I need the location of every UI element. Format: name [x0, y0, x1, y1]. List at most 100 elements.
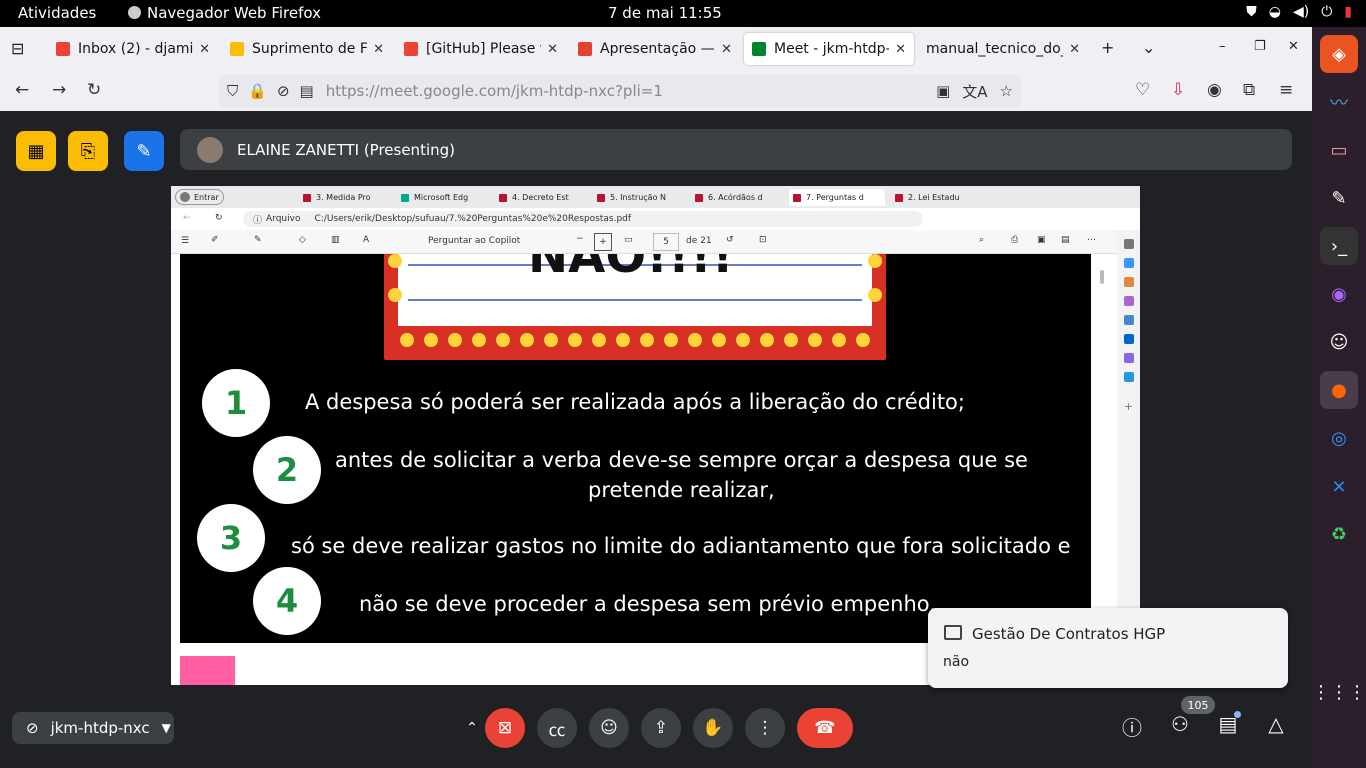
app-purple-icon[interactable]: ◉ — [1320, 275, 1358, 313]
close-window-button[interactable]: ✕ — [1288, 39, 1299, 54]
tab-presentation[interactable]: Apresentação — I ✕ — [570, 33, 740, 65]
present-layout-icon[interactable]: ▦ — [16, 131, 56, 171]
shield-icon[interactable]: ⛉ — [227, 82, 238, 100]
edge-tab[interactable]: 2. Lei Estadu — [891, 189, 983, 206]
back-icon[interactable]: ← — [15, 80, 29, 100]
save-as-icon[interactable]: ▤ — [1061, 235, 1070, 245]
erase-icon[interactable]: ◇ — [299, 235, 306, 245]
page-number-input[interactable]: 5 — [653, 233, 679, 251]
zoom-in-button[interactable]: + — [594, 233, 612, 251]
forward-icon[interactable]: → — [52, 80, 66, 100]
url-text[interactable]: https://meet.google.com/jkm-htdp-nxc?pli… — [326, 82, 663, 100]
vscode-icon[interactable]: ⨯ — [1320, 467, 1358, 505]
rotate-icon[interactable]: ↺ — [726, 235, 734, 245]
fit-page-icon[interactable]: ▭ — [624, 235, 633, 245]
read-aloud-icon[interactable]: A — [363, 235, 369, 245]
tab-overflow-icon[interactable]: ⌄ — [1142, 38, 1155, 57]
exit-presentation-icon[interactable]: ⎘ — [68, 131, 108, 171]
edge-tab[interactable]: 5. Instrução N — [593, 189, 685, 206]
chromium-icon[interactable]: ◎ — [1320, 419, 1358, 457]
tab-github-mail[interactable]: [GitHub] Please ve✕ — [396, 33, 566, 65]
minimize-button[interactable]: – — [1219, 39, 1226, 54]
url-bar[interactable]: ⛉ 🔒 ⊘ ▤ https://meet.google.com/jkm-htdp… — [219, 75, 1021, 107]
page-view-icon[interactable]: ⊡ — [759, 235, 767, 245]
edge-tab[interactable]: 3. Medida Pro — [299, 189, 391, 206]
terminal-icon[interactable]: ›_ — [1320, 227, 1358, 265]
close-tab-icon[interactable]: ✕ — [199, 42, 210, 57]
sidebar-outlook-icon[interactable] — [1123, 334, 1134, 344]
captions-icon[interactable]: ㏄ — [537, 708, 577, 748]
system-monitor-icon[interactable]: 〰 — [1320, 83, 1358, 121]
reader-view-icon[interactable]: ▣ — [936, 82, 950, 100]
edge-tab[interactable]: 4. Decreto Est — [495, 189, 587, 206]
pdf-scrollbar[interactable] — [1098, 270, 1106, 600]
activities-panel-icon[interactable]: △ — [1261, 712, 1291, 736]
people-icon[interactable]: ⚇ — [1165, 712, 1195, 736]
system-tray[interactable]: ⛊ ◒ ◀) ⏻ ▮ — [1246, 4, 1352, 20]
zoom-out-icon[interactable]: − — [576, 234, 584, 244]
trash-icon[interactable]: ♻ — [1320, 515, 1358, 553]
meeting-details-button[interactable]: ⊘ jkm-htdp-nxc ▼ — [12, 712, 174, 744]
text-editor-icon[interactable]: ✎ — [1320, 179, 1358, 217]
leave-call-icon[interactable]: ☎ — [797, 708, 853, 748]
close-tab-icon[interactable]: ✕ — [373, 42, 384, 57]
tab-drive[interactable]: Suprimento de Fu ✕ — [222, 33, 392, 65]
emoji-icon[interactable]: ☺ — [589, 708, 629, 748]
sidebar-tools-icon[interactable] — [1123, 277, 1134, 287]
annotate-icon[interactable]: ✎ — [124, 131, 164, 171]
pdf-page-view[interactable]: NÃO!!!! 1 A despesa só poderá ser realiz… — [180, 254, 1091, 643]
tab-gmail-inbox[interactable]: Inbox (2) - djamils ✕ — [48, 33, 218, 65]
edge-tab[interactable]: 6. Acórdãos d — [691, 189, 783, 206]
sidebar-designer-icon[interactable] — [1123, 353, 1134, 363]
view-icon[interactable]: ▥ — [331, 235, 340, 245]
account-icon[interactable]: ◉ — [1207, 80, 1222, 100]
edge-tab[interactable]: Microsoft Edg — [397, 189, 489, 206]
lock-icon[interactable]: 🔒 — [248, 82, 267, 100]
tab-meet[interactable]: Meet - jkm-htdp-r ✕ — [744, 33, 914, 65]
bookmark-star-icon[interactable]: ☆ — [1000, 82, 1013, 100]
camera-off-icon[interactable]: ⊠ — [485, 708, 525, 748]
pocket-icon[interactable]: ♡ — [1135, 80, 1150, 100]
close-tab-icon[interactable]: ✕ — [895, 42, 906, 57]
edge-profile-button[interactable]: Entrar — [175, 189, 224, 205]
page-info-icon[interactable]: ▤ — [300, 82, 314, 100]
software-center-icon[interactable]: ◈ — [1320, 35, 1358, 73]
pdf-search-icon[interactable]: ⌕ — [979, 235, 984, 245]
translate-icon[interactable]: 文A — [962, 81, 987, 102]
files-icon[interactable]: ▭ — [1320, 131, 1358, 169]
edge-address-bar[interactable]: ⓘ Arquivo C:/Users/erik/Desktop/sufuau/7… — [243, 211, 923, 227]
firefox-dock-icon[interactable]: ● — [1320, 371, 1358, 409]
sidebar-games-icon[interactable] — [1123, 296, 1134, 306]
edge-reload-icon[interactable]: ↻ — [215, 213, 223, 223]
ask-copilot-button[interactable]: Perguntar ao Copilot — [428, 236, 520, 246]
close-tab-icon[interactable]: ✕ — [547, 42, 558, 57]
new-tab-button[interactable]: + — [1101, 38, 1114, 57]
draw-icon[interactable]: ✎ — [254, 235, 262, 245]
sidebar-add-icon[interactable]: + — [1124, 401, 1134, 412]
downloads-icon[interactable]: ⇩ — [1171, 80, 1185, 100]
sidebar-shopping-icon[interactable] — [1123, 258, 1134, 268]
contents-icon[interactable]: ☰ — [181, 236, 189, 246]
maximize-button[interactable]: ❐ — [1254, 39, 1266, 54]
present-icon[interactable]: ⇪ — [641, 708, 681, 748]
print-icon[interactable]: ⎙ — [1011, 235, 1018, 245]
close-tab-icon[interactable]: ✕ — [721, 42, 732, 57]
raise-hand-icon[interactable]: ✋ — [693, 708, 733, 748]
show-apps-icon[interactable]: ⋮⋮⋮ — [1312, 673, 1366, 711]
pdf-more-icon[interactable]: … — [1087, 233, 1096, 243]
tab-manual[interactable]: manual_tecnico_do_ ✕ — [918, 33, 1088, 65]
activities-button[interactable]: Atividades — [18, 4, 96, 22]
extensions-icon[interactable]: ⧉ — [1243, 80, 1255, 100]
save-icon[interactable]: ▣ — [1037, 235, 1046, 245]
mic-toggle-icon[interactable]: ⌃ — [458, 708, 486, 748]
app-menu[interactable]: Navegador Web Firefox — [128, 4, 321, 22]
chat-notification[interactable]: Gestão De Contratos HGP não — [928, 608, 1288, 688]
sidebar-search-icon[interactable] — [1123, 239, 1134, 249]
reload-icon[interactable]: ↻ — [87, 80, 101, 100]
sidebar-telegram-icon[interactable] — [1123, 372, 1134, 382]
meeting-info-icon[interactable]: ⓘ — [1117, 712, 1147, 741]
clock[interactable]: 7 de mai 11:55 — [608, 4, 722, 22]
gimp-icon[interactable]: ☺ — [1320, 323, 1358, 361]
highlight-icon[interactable]: ✐ — [211, 235, 219, 245]
more-options-icon[interactable]: ⋮ — [745, 708, 785, 748]
